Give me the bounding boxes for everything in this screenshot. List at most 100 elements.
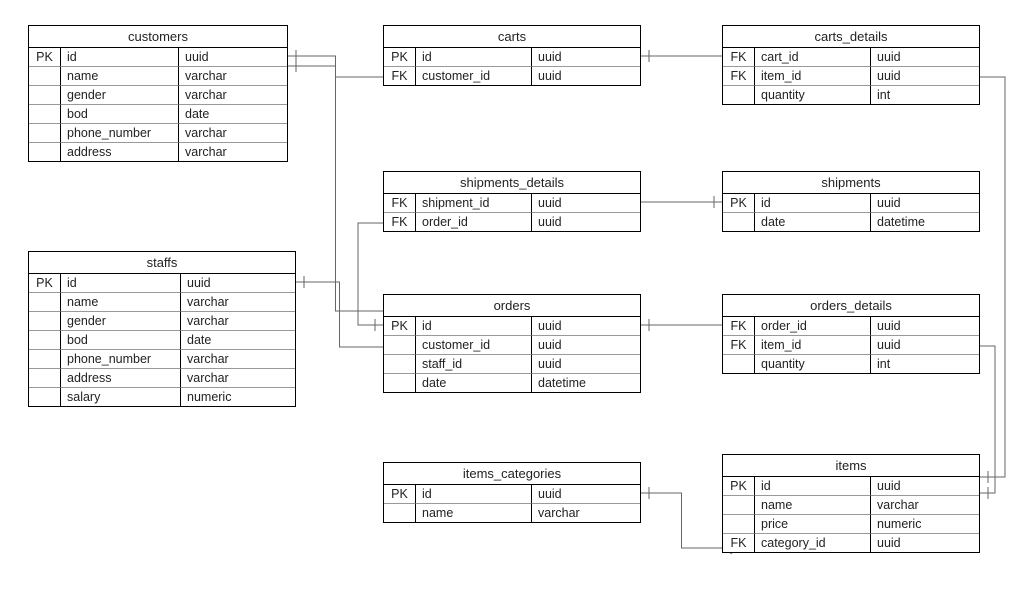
column-type: uuid [532, 194, 640, 212]
column-name: id [755, 477, 871, 495]
column-name: category_id [755, 533, 871, 552]
column-type: varchar [181, 349, 295, 368]
column-name: salary [61, 387, 181, 406]
column-type: int [871, 85, 979, 104]
entity-carts_details: carts_detailsFKcart_iduuidFKitem_iduuidq… [722, 25, 980, 105]
column-type: datetime [532, 373, 640, 392]
column-key-indicator: FK [384, 194, 416, 212]
entity-title: orders_details [723, 295, 979, 317]
column-name: order_id [416, 212, 532, 231]
entity-carts: cartsPKiduuidFKcustomer_iduuid [383, 25, 641, 86]
column-key-indicator [723, 354, 755, 373]
column-type: uuid [532, 48, 640, 66]
column-type: uuid [871, 335, 979, 354]
entity-orders: ordersPKiduuidcustomer_iduuidstaff_iduui… [383, 294, 641, 393]
column-type: uuid [532, 335, 640, 354]
column-type: uuid [871, 317, 979, 335]
column-type: varchar [181, 311, 295, 330]
entity-body: PKiduuidFKcustomer_iduuid [384, 48, 640, 85]
entity-title: orders [384, 295, 640, 317]
column-name: quantity [755, 85, 871, 104]
column-key-indicator [29, 66, 61, 85]
column-name: id [755, 194, 871, 212]
entity-customers: customersPKiduuidnamevarchargendervarcha… [28, 25, 288, 162]
column-name: name [61, 66, 179, 85]
column-key-indicator: FK [384, 66, 416, 85]
column-key-indicator [29, 387, 61, 406]
column-key-indicator [723, 85, 755, 104]
column-type: varchar [181, 292, 295, 311]
column-key-indicator: FK [384, 212, 416, 231]
column-name: address [61, 142, 179, 161]
column-name: name [61, 292, 181, 311]
column-name: quantity [755, 354, 871, 373]
column-type: numeric [181, 387, 295, 406]
entity-title: carts [384, 26, 640, 48]
column-key-indicator [384, 335, 416, 354]
column-type: uuid [532, 354, 640, 373]
entity-title: carts_details [723, 26, 979, 48]
column-type: uuid [181, 274, 295, 292]
relationship-line [980, 346, 995, 493]
column-key-indicator [723, 212, 755, 231]
column-name: name [416, 503, 532, 522]
column-key-indicator: PK [29, 48, 61, 66]
relationship-line [288, 66, 383, 311]
column-name: staff_id [416, 354, 532, 373]
column-name: phone_number [61, 349, 181, 368]
column-name: customer_id [416, 335, 532, 354]
column-type: varchar [532, 503, 640, 522]
entity-body: PKiduuidnamevarcharpricenumericFKcategor… [723, 477, 979, 552]
entity-items_categories: items_categoriesPKiduuidnamevarchar [383, 462, 641, 523]
column-type: numeric [871, 514, 979, 533]
entity-title: items [723, 455, 979, 477]
column-key-indicator [384, 373, 416, 392]
column-key-indicator: FK [723, 533, 755, 552]
column-key-indicator: PK [384, 317, 416, 335]
column-type: uuid [532, 212, 640, 231]
column-type: uuid [871, 194, 979, 212]
relationship-line [296, 282, 383, 347]
entity-items: itemsPKiduuidnamevarcharpricenumericFKca… [722, 454, 980, 553]
column-name: name [755, 495, 871, 514]
column-key-indicator: PK [723, 477, 755, 495]
column-key-indicator: FK [723, 335, 755, 354]
entity-body: FKorder_iduuidFKitem_iduuidquantityint [723, 317, 979, 373]
column-key-indicator: PK [723, 194, 755, 212]
column-type: uuid [532, 485, 640, 503]
entity-body: FKcart_iduuidFKitem_iduuidquantityint [723, 48, 979, 104]
relationship-line [641, 493, 722, 548]
entity-body: PKiduuidnamevarchargendervarcharboddatep… [29, 274, 295, 406]
column-type: varchar [179, 66, 287, 85]
entity-title: shipments [723, 172, 979, 194]
column-key-indicator [384, 354, 416, 373]
column-key-indicator [29, 330, 61, 349]
column-name: customer_id [416, 66, 532, 85]
column-name: shipment_id [416, 194, 532, 212]
column-name: price [755, 514, 871, 533]
column-type: uuid [871, 66, 979, 85]
column-name: id [61, 48, 179, 66]
column-key-indicator: PK [384, 485, 416, 503]
column-type: uuid [871, 48, 979, 66]
column-key-indicator [29, 311, 61, 330]
column-name: address [61, 368, 181, 387]
column-type: uuid [532, 66, 640, 85]
column-key-indicator [384, 503, 416, 522]
column-key-indicator: PK [29, 274, 61, 292]
column-type: int [871, 354, 979, 373]
column-type: varchar [179, 123, 287, 142]
entity-staffs: staffsPKiduuidnamevarchargendervarcharbo… [28, 251, 296, 407]
entity-body: FKshipment_iduuid FKorder_iduuid [384, 194, 640, 231]
relationship-line [358, 223, 383, 325]
column-type: uuid [532, 317, 640, 335]
column-type: varchar [179, 85, 287, 104]
column-key-indicator [29, 368, 61, 387]
entity-body: PKiduuidnamevarchar [384, 485, 640, 522]
entity-title: shipments_details [384, 172, 640, 194]
relationship-line [980, 77, 1005, 477]
column-type: varchar [181, 368, 295, 387]
column-type: uuid [179, 48, 287, 66]
column-name: bod [61, 330, 181, 349]
entity-body: PKiduuidnamevarchargendervarcharboddatep… [29, 48, 287, 161]
